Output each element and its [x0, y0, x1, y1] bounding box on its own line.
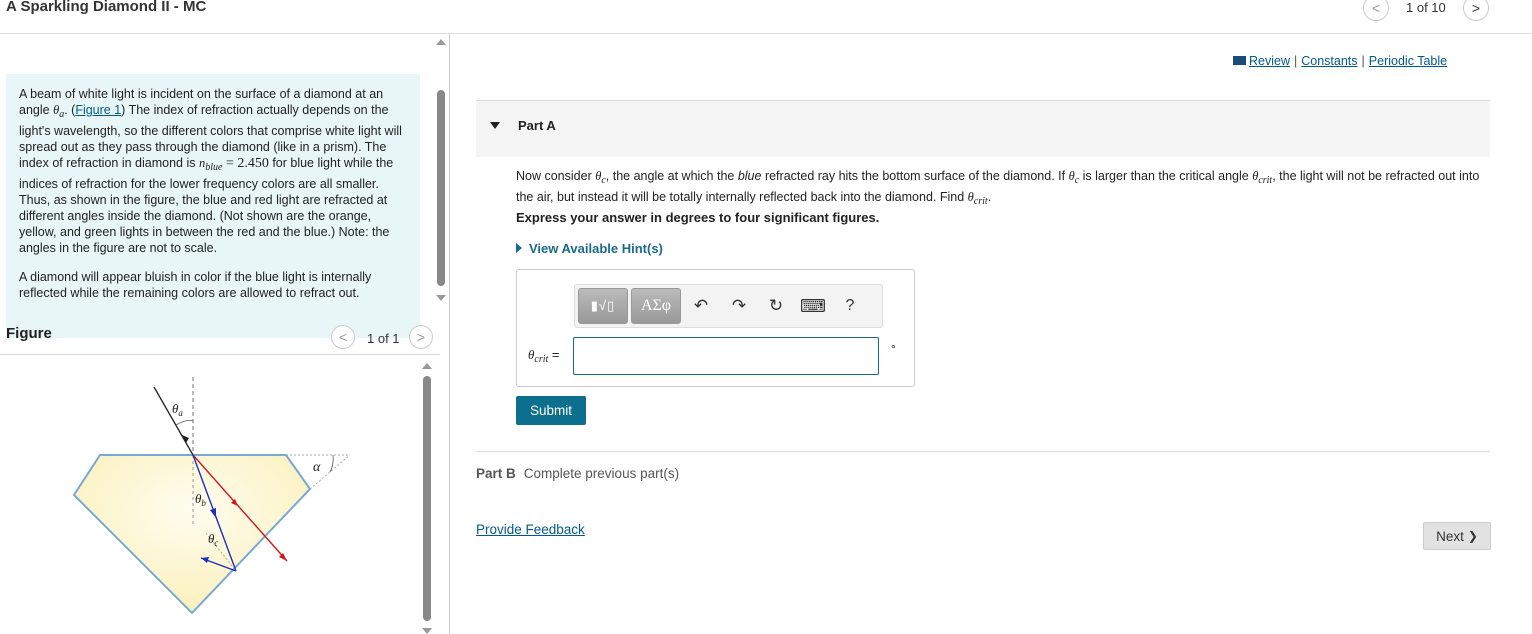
math-toolbar: ▮√▯ ΑΣφ ↶ ↷ ↻ ⌨ ?: [574, 284, 883, 328]
incident-arrow-icon: [182, 435, 189, 443]
unit-label: °: [891, 342, 896, 356]
alpha-label: α: [313, 460, 321, 475]
scroll-down-arrow-icon[interactable]: [422, 628, 432, 634]
greek-symbols-button[interactable]: ΑΣφ: [631, 288, 681, 324]
chevron-right-icon: >: [416, 329, 426, 345]
answer-label: θcrit =: [528, 347, 560, 365]
resource-links: Review | Constants | Periodic Table: [1233, 54, 1447, 68]
scroll-up-arrow-icon[interactable]: [422, 363, 432, 369]
redo-icon[interactable]: ↷: [726, 293, 752, 319]
n-blue-value: = 2.450: [222, 156, 269, 171]
next-label: Next: [1436, 528, 1464, 544]
view-hints-toggle[interactable]: View Available Hint(s): [516, 241, 663, 256]
submit-button[interactable]: Submit: [516, 396, 586, 425]
book-icon: [1233, 56, 1246, 65]
review-link[interactable]: Review: [1249, 54, 1290, 68]
answer-box: ▮√▯ ΑΣφ ↶ ↷ ↻ ⌨ ? θcrit = °: [516, 269, 915, 387]
figure-link[interactable]: Figure 1: [75, 103, 121, 117]
right-panel: Review | Constants | Periodic Table Part A N…: [451, 34, 1532, 634]
answer-input[interactable]: [573, 337, 879, 375]
link-separator: |: [1294, 54, 1298, 68]
diamond-shape: [72, 454, 312, 615]
theta-a-symbol: θa: [53, 103, 65, 120]
part-a-question: Now consider θc, the angle at which the …: [516, 169, 1480, 207]
figure-area: θa θb θc α: [0, 354, 440, 634]
reset-icon[interactable]: ↻: [763, 293, 789, 319]
next-button[interactable]: Next ❯: [1423, 522, 1491, 550]
scroll-down-arrow-icon[interactable]: [436, 295, 446, 301]
periodic-table-link[interactable]: Periodic Table: [1369, 54, 1447, 68]
chevron-right-icon: >: [1471, 0, 1481, 16]
theta-a-arc: [175, 420, 194, 426]
templates-button[interactable]: ▮√▯: [578, 288, 628, 324]
help-icon[interactable]: ?: [837, 293, 863, 319]
part-b-status: Complete previous part(s): [523, 466, 680, 481]
part-a-label: Part A: [518, 118, 556, 133]
assignment-title: A Sparkling Diamond II - MC: [6, 0, 207, 15]
chevron-right-icon: ❯: [1467, 529, 1478, 543]
hint-label: View Available Hint(s): [529, 241, 663, 256]
keyboard-icon[interactable]: ⌨: [800, 293, 826, 319]
scroll-up-arrow-icon[interactable]: [436, 39, 446, 45]
part-a-header[interactable]: Part A: [476, 100, 1490, 157]
problem-intro: A beam of white light is incident on the…: [6, 74, 420, 338]
intro-scrollbar-thumb[interactable]: [437, 90, 445, 286]
figure-heading: Figure: [6, 325, 52, 342]
intro-text: . (: [64, 103, 76, 117]
header-bar: A Sparkling Diamond II - MC < 1 of 10 >: [0, 0, 1532, 34]
diamond-figure: θa θb θc α: [72, 377, 351, 615]
collapse-triangle-icon: [490, 122, 500, 129]
undo-icon[interactable]: ↶: [688, 293, 714, 319]
answer-instruction: Express your answer in degrees to four s…: [516, 210, 880, 225]
prev-item-button[interactable]: <: [1363, 0, 1389, 21]
figure-prev-button[interactable]: <: [331, 325, 355, 349]
constants-link[interactable]: Constants: [1301, 54, 1357, 68]
figure-next-button[interactable]: >: [409, 325, 433, 349]
item-pager: 1 of 10: [1406, 0, 1446, 15]
provide-feedback-link[interactable]: Provide Feedback: [476, 522, 585, 537]
part-divider: [476, 451, 1490, 452]
n-blue-symbol: nblue: [198, 156, 223, 173]
intro-paragraph-2: A diamond will appear bluish in color if…: [19, 270, 372, 300]
next-item-button[interactable]: >: [1463, 0, 1489, 21]
intro-paragraph-1: A beam of white light is incident on the…: [19, 86, 408, 256]
chevron-left-icon: <: [1371, 0, 1381, 16]
part-b-row: Part B Complete previous part(s): [476, 466, 679, 481]
link-separator: |: [1361, 54, 1365, 68]
expand-triangle-icon: [516, 243, 522, 253]
part-b-label: Part B: [476, 466, 516, 481]
chevron-left-icon: <: [338, 329, 348, 345]
figure-pager: 1 of 1: [367, 331, 400, 346]
theta-a-label: θa: [172, 401, 183, 418]
figure-scrollbar-thumb[interactable]: [423, 376, 431, 621]
left-panel: A beam of white light is incident on the…: [0, 34, 450, 634]
